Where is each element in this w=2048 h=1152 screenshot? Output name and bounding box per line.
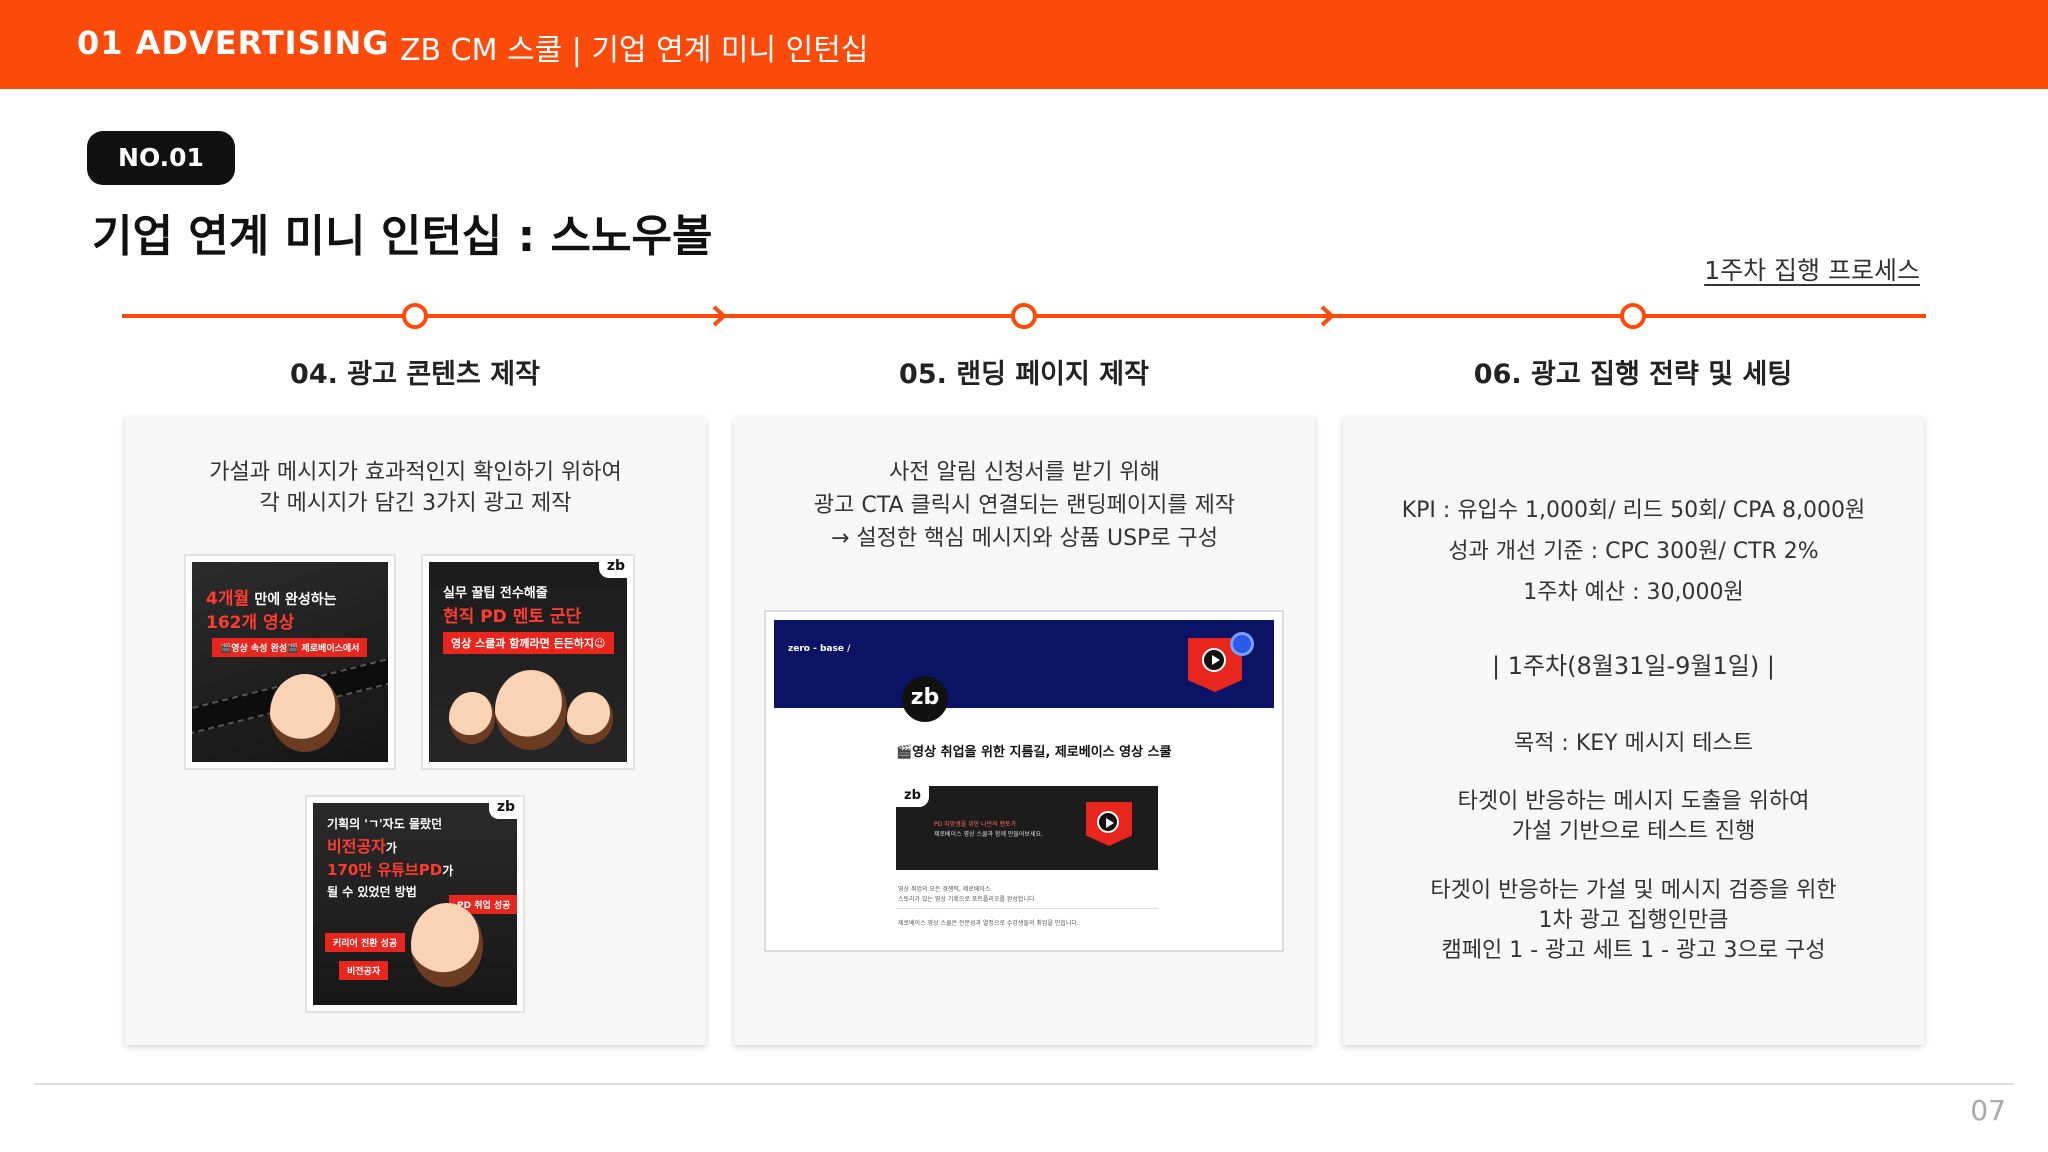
page-number: 07 <box>1970 1094 2006 1127</box>
card2-line-2: 광고 CTA 클릭시 연결되는 랜딩페이지를 제작 <box>813 493 1236 518</box>
play-icon <box>1202 648 1226 672</box>
avatar <box>495 670 567 750</box>
ad-thumbnail-2: 실무 꿀팁 전수해줄 현직 PD 멘토 군단 영상 스쿨과 함께라면 든든하지😉… <box>421 554 635 770</box>
paragraph-2-line-2: 1차 광고 집행인만큼 <box>1538 908 1729 933</box>
zb-logo-tag: zb <box>488 797 523 819</box>
ad2-pill: 영상 스쿨과 함께라면 든든하지😉 <box>443 632 614 654</box>
ad-thumbnail-3: 기획의 'ㄱ'자도 몰랐던 비전공자가 170만 유튜브PD가 될 수 있었던 … <box>305 795 525 1013</box>
landing-banner: zb PD 지망생을 위한 나만의 멘토가 제로베이스 영상 스쿨과 함께 만들… <box>896 786 1158 870</box>
avatar <box>449 692 495 744</box>
improvement-criteria: 성과 개선 기준 : CPC 300원/ CTR 2% <box>1448 539 1819 564</box>
ad1-highlight: 4개월 <box>206 589 250 609</box>
number-badge: NO.01 <box>87 131 235 185</box>
timeline-node-06 <box>1620 303 1646 329</box>
header-bar: 01 ADVERTISING ZB CM 스쿨 | 기업 연계 미니 인턴십 <box>0 0 2048 89</box>
paragraph-1-line-2: 가설 기반으로 테스트 진행 <box>1511 819 1756 844</box>
play-badge <box>1086 802 1132 846</box>
landing-page-preview: zero - base / zb 🎬영상 취업을 위한 지름길, 제로베이스 영… <box>764 610 1284 952</box>
ad1-line-2: 162개 영상 <box>206 613 295 633</box>
chat-icon <box>1230 632 1254 656</box>
zb-logo: zb <box>902 676 948 722</box>
step-title-06: 06. 광고 집행 전략 및 세팅 <box>1473 359 1793 390</box>
card2-line-3: → 설정한 핵심 메시지와 상품 USP로 구성 <box>830 526 1219 551</box>
step-title-05: 05. 랜딩 페이지 제작 <box>899 359 1149 390</box>
header-subtitle: ZB CM 스쿨 | 기업 연계 미니 인턴십 <box>400 33 869 68</box>
ad-thumbnail-1: 4개월 만에 완성하는 162개 영상 🎬영상 속성 완성🎬 제로베이스에서 <box>184 554 396 770</box>
timeline-node-04 <box>402 303 428 329</box>
purpose-text: 목적 : KEY 메시지 테스트 <box>1513 731 1754 756</box>
budget-text: 1주차 예산 : 30,000원 <box>1523 580 1744 605</box>
period-text: | 1주차(8월31일-9월1일) | <box>1492 652 1775 680</box>
avatar <box>411 903 483 987</box>
zb-logo-tag: zb <box>896 786 929 807</box>
ad3-line-4: 될 수 있었던 방법 <box>327 885 417 899</box>
landing-headline: 🎬영상 취업을 위한 지름길, 제로베이스 영상 스쿨 <box>896 745 1172 760</box>
paragraph-1-line-1: 타겟이 반응하는 메시지 도출을 위하여 <box>1457 789 1810 814</box>
ad3-pill-3: 비전공자 <box>339 961 389 980</box>
ad3-pill-2: 커리어 전환 성공 <box>325 933 406 952</box>
card2-line-1: 사전 알림 신청서를 받기 위해 <box>889 460 1160 485</box>
avatar <box>270 674 340 752</box>
ad2-line-2: 현직 PD 멘토 군단 <box>443 607 582 627</box>
process-link[interactable]: 1주차 집행 프로세스 <box>1704 251 1920 287</box>
landing-nav: zero - base / <box>774 620 1274 708</box>
ad3-line-3: 170만 유튜브PD <box>327 861 443 879</box>
page-title: 기업 연계 미니 인턴십 : 스노우볼 <box>92 211 713 262</box>
card1-line-1: 가설과 메시지가 효과적인지 확인하기 위하여 <box>209 460 622 485</box>
card-ad-strategy: KPI : 유입수 1,000회/ 리드 50회/ CPA 8,000원 성과 … <box>1343 417 1924 1045</box>
card1-line-2: 각 메시지가 담긴 3가지 광고 제작 <box>259 491 572 516</box>
step-title-04: 04. 광고 콘텐츠 제작 <box>290 359 540 390</box>
ad2-line-1: 실무 꿀팁 전수해줄 <box>443 586 548 601</box>
section-label: 01 ADVERTISING <box>77 24 390 62</box>
banner-text-2: 제로베이스 영상 스쿨과 함께 만들어보세요. <box>934 831 1043 838</box>
play-icon <box>1097 811 1119 833</box>
banner-text-1: PD 지망생을 위한 나만의 멘토가 <box>934 821 1017 828</box>
landing-note-1: 영상 취업의 모든 경쟁력, 제로베이스 <box>898 886 991 893</box>
ad1-line-1: 만에 완성하는 <box>254 592 337 608</box>
landing-brand: zero - base / <box>788 644 851 654</box>
divider <box>896 908 1158 909</box>
landing-note-2: 스토리가 있는 영상 기획으로 포트폴리오를 완성합니다 <box>898 896 1035 903</box>
ad3-line-2-suffix: 가 <box>385 841 397 855</box>
paragraph-2-line-3: 캠페인 1 - 광고 세트 1 - 광고 3으로 구성 <box>1441 938 1826 963</box>
ad3-line-1: 기획의 'ㄱ'자도 몰랐던 <box>327 817 443 831</box>
avatar <box>567 692 613 744</box>
ad3-line-3-suffix: 가 <box>442 864 454 878</box>
ad3-line-2: 비전공자 <box>327 837 386 856</box>
footer-divider <box>34 1083 2014 1085</box>
card-content-production: 가설과 메시지가 효과적인지 확인하기 위하여 각 메시지가 담긴 3가지 광고… <box>125 417 706 1045</box>
kpi-text: KPI : 유입수 1,000회/ 리드 50회/ CPA 8,000원 <box>1401 498 1866 523</box>
zb-logo-tag: zb <box>598 556 633 578</box>
process-timeline <box>122 303 1926 329</box>
landing-note-3: 제로베이스 영상 스쿨은 전문성과 열정으로 수강생들의 취업을 만듭니다. <box>898 920 1079 927</box>
ad1-pill: 🎬영상 속성 완성🎬 제로베이스에서 <box>212 638 368 657</box>
timeline-node-05 <box>1011 303 1037 329</box>
paragraph-2-line-1: 타겟이 반응하는 가설 및 메시지 검증을 위한 <box>1430 878 1837 903</box>
